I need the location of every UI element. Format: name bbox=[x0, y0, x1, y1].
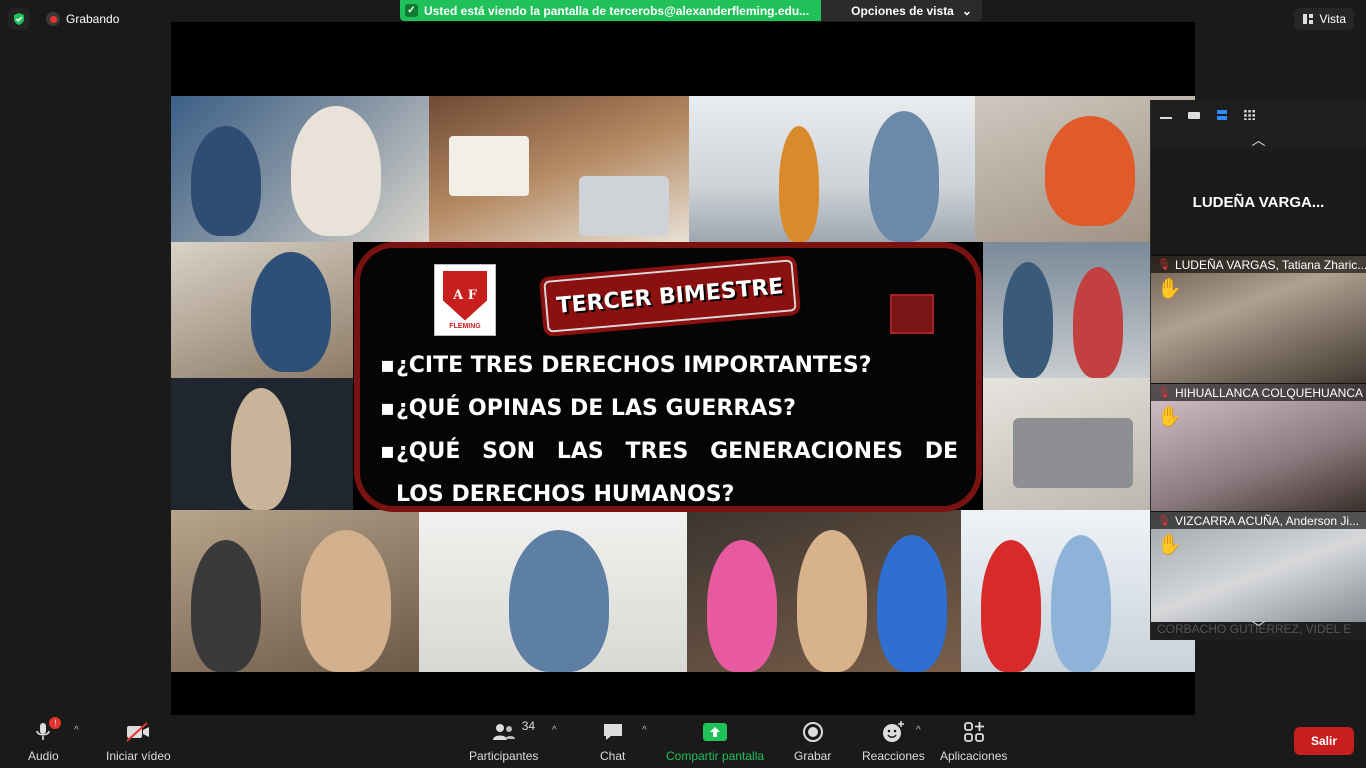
scroll-down-icon[interactable]: ﹀ bbox=[1151, 618, 1366, 638]
question-item-continued: LOS DERECHOS HUMANOS? bbox=[380, 473, 958, 516]
recording-label: Grabando bbox=[66, 12, 120, 26]
view-options-label: Opciones de vista bbox=[851, 3, 954, 18]
participants-options-caret[interactable]: ^ bbox=[552, 725, 557, 736]
reactions-label: Reacciones bbox=[862, 749, 925, 763]
question-item: ▪ ¿QUÉ OPINAS DE LAS GUERRAS? bbox=[380, 387, 958, 430]
shared-screen[interactable]: A F FLEMING TERCER BIMESTRE ▪ ¿CITE TRES … bbox=[171, 22, 1195, 715]
grid-view-icon bbox=[1302, 14, 1313, 24]
photo-boy-laptop bbox=[171, 242, 353, 378]
question-text: LOS DERECHOS HUMANOS? bbox=[396, 482, 735, 507]
mic-muted-icon: 🎙 bbox=[1157, 515, 1171, 527]
share-screen-icon bbox=[703, 723, 728, 741]
active-speaker-name: LUDEÑA VARGA... bbox=[1192, 193, 1325, 211]
chat-label: Chat bbox=[600, 749, 626, 763]
participants-count: 34 bbox=[521, 719, 536, 733]
participant-video-tile[interactable]: 🎙 LUDEÑA VARGAS, Tatiana Zharic... ✋ bbox=[1151, 255, 1366, 383]
panel-view-controls bbox=[1151, 100, 1366, 130]
start-video-label: Iniciar vídeo bbox=[106, 749, 171, 763]
photo-collage: A F FLEMING TERCER BIMESTRE ▪ ¿CITE TRES … bbox=[171, 96, 1195, 672]
question-list: ▪ ¿CITE TRES DERECHOS IMPORTANTES? ▪ ¿QUÉ … bbox=[380, 344, 958, 516]
question-text: ¿CITE TRES DERECHOS IMPORTANTES? bbox=[396, 353, 872, 378]
audio-options-caret[interactable]: ^ bbox=[74, 725, 79, 736]
mic-muted-icon: 🎙 bbox=[1157, 387, 1171, 399]
photo-desk-notebooks bbox=[429, 96, 689, 242]
apps-label: Aplicaciones bbox=[940, 749, 1008, 763]
apps-button[interactable]: Aplicaciones bbox=[940, 719, 1007, 763]
photo-happy-girl-chalkboard bbox=[171, 378, 353, 510]
gallery-view-icon[interactable] bbox=[1243, 110, 1257, 120]
photo-computer-lab bbox=[689, 96, 975, 242]
participant-name: VIZCARRA ACUÑA, Anderson Ji... bbox=[1174, 513, 1360, 528]
decorative-red-square bbox=[890, 294, 934, 334]
participants-button[interactable]: 34 Participantes bbox=[469, 719, 538, 763]
alert-badge-icon: ! bbox=[49, 717, 62, 729]
viewing-screen-text: Usted está viendo la pantalla de tercero… bbox=[424, 3, 810, 18]
participant-name: HIHUALLANCA COLQUEHUANCA bbox=[1174, 385, 1364, 400]
chat-options-caret[interactable]: ^ bbox=[642, 725, 647, 736]
share-screen-button[interactable]: Compartir pantalla bbox=[666, 719, 764, 763]
mic-muted-icon: 🎙 bbox=[1157, 259, 1171, 271]
photo-boy-glasses-writing bbox=[419, 510, 687, 672]
record-dot-icon bbox=[46, 12, 60, 26]
start-video-button[interactable]: Iniciar vídeo bbox=[106, 719, 171, 763]
active-speaker-name-card: LUDEÑA VARGA... bbox=[1151, 150, 1366, 255]
meeting-controls: ! Audio ^ Iniciar vídeo 34 Participantes… bbox=[0, 715, 1366, 768]
term-badge-text: TERCER BIMESTRE bbox=[555, 273, 785, 319]
participants-video-panel: ︿ LUDEÑA VARGA... 🎙 LUDEÑA VARGAS, Tatian… bbox=[1150, 100, 1366, 640]
reactions-options-caret[interactable]: ^ bbox=[916, 725, 921, 736]
share-screen-label: Compartir pantalla bbox=[666, 749, 765, 763]
record-icon bbox=[802, 722, 823, 742]
question-text: ¿QUÉ SON LAS TRES GENERACIONES DE bbox=[396, 439, 958, 464]
scroll-up-icon[interactable]: ︿ bbox=[1151, 130, 1366, 150]
raised-hand-icon: ✋ bbox=[1157, 534, 1182, 556]
photo-students-reading bbox=[171, 96, 429, 242]
logo-letters: A F bbox=[443, 270, 487, 321]
hide-video-icon[interactable] bbox=[1187, 110, 1201, 120]
chat-icon bbox=[603, 724, 622, 740]
participants-label: Participantes bbox=[469, 749, 539, 763]
screen-share-banner: ✓ Usted está viendo la pantalla de terce… bbox=[400, 0, 982, 21]
question-item: ▪ ¿CITE TRES DERECHOS IMPORTANTES? bbox=[380, 344, 958, 387]
recording-indicator[interactable]: Grabando bbox=[40, 9, 125, 29]
raised-hand-icon: ✋ bbox=[1157, 406, 1182, 428]
participant-name: LUDEÑA VARGAS, Tatiana Zharic... bbox=[1174, 257, 1366, 272]
participant-video-tile[interactable]: 🎙 HIHUALLANCA COLQUEHUANCA ✋ bbox=[1151, 383, 1366, 511]
view-button[interactable]: Vista bbox=[1293, 8, 1354, 30]
video-off-icon bbox=[126, 722, 150, 742]
question-text: ¿QUÉ OPINAS DE LAS GUERRAS? bbox=[396, 396, 796, 421]
reactions-icon bbox=[883, 721, 905, 742]
zoom-meeting-window: Grabando ✓ Usted está viendo la pantalla… bbox=[0, 0, 1366, 768]
share-check-icon: ✓ bbox=[405, 4, 418, 17]
participants-icon bbox=[492, 724, 515, 740]
audio-label: Audio bbox=[28, 749, 59, 763]
school-logo: A F FLEMING bbox=[434, 264, 496, 336]
view-options-button[interactable]: Opciones de vista ⌄ bbox=[821, 0, 982, 21]
logo-text: FLEMING bbox=[449, 322, 481, 330]
view-label: Vista bbox=[1319, 12, 1346, 26]
record-button[interactable]: Grabar bbox=[794, 719, 831, 763]
record-label: Grabar bbox=[794, 749, 832, 763]
photo-smiling-students bbox=[687, 510, 961, 672]
audio-button[interactable]: ! Audio bbox=[28, 717, 62, 763]
top-left-status: Grabando bbox=[8, 8, 125, 30]
question-item: ▪ ¿QUÉ SON LAS TRES GENERACIONES DE bbox=[380, 430, 958, 473]
raised-hand-icon: ✋ bbox=[1157, 278, 1182, 300]
chat-button[interactable]: Chat bbox=[600, 719, 625, 763]
speaker-view-icon[interactable] bbox=[1215, 110, 1229, 120]
leave-button[interactable]: Salir bbox=[1293, 727, 1354, 755]
minimize-icon[interactable] bbox=[1159, 110, 1173, 120]
presentation-slide: A F FLEMING TERCER BIMESTRE ▪ ¿CITE TRES … bbox=[354, 242, 982, 512]
security-shield-icon[interactable] bbox=[8, 8, 30, 30]
photo-group-studying bbox=[171, 510, 419, 672]
viewing-screen-notice: ✓ Usted está viendo la pantalla de terce… bbox=[400, 0, 822, 21]
chevron-down-icon: ⌄ bbox=[961, 3, 972, 18]
apps-icon bbox=[963, 722, 984, 742]
